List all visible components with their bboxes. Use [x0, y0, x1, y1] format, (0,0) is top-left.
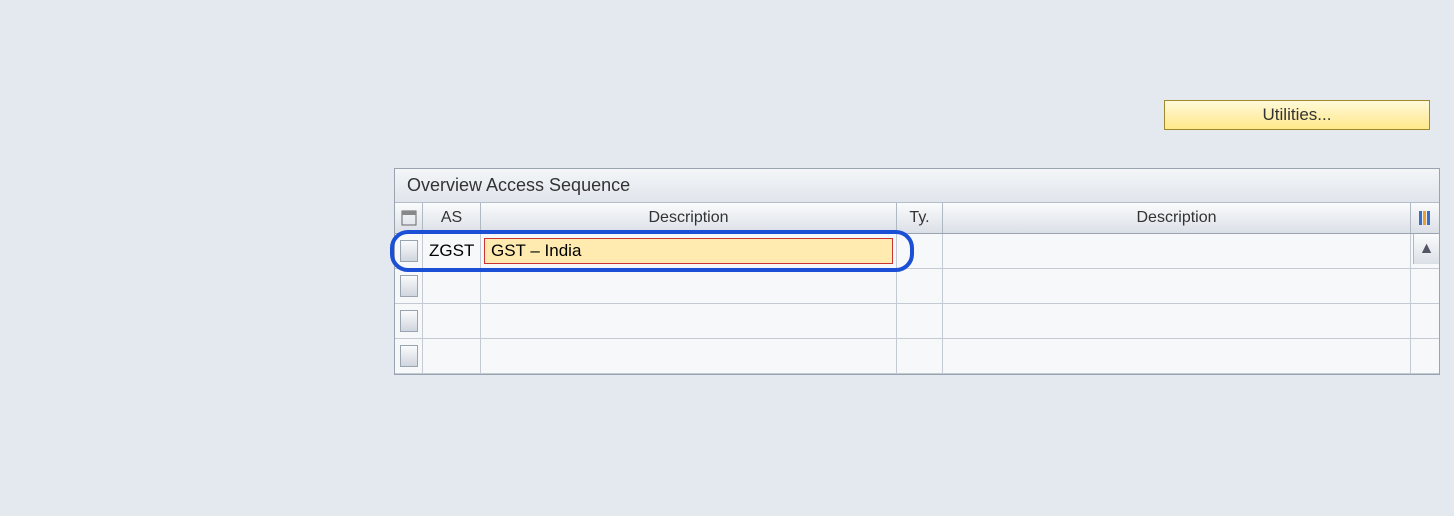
cell-description[interactable] — [481, 304, 897, 338]
cell-description[interactable] — [481, 269, 897, 303]
grid-title: Overview Access Sequence — [395, 169, 1439, 203]
overview-grid: Overview Access Sequence AS Description … — [394, 168, 1440, 375]
content-area: Dialog Structure ▼ Access Sequences ▼ Ac… — [1, 97, 1453, 511]
column-header-ty[interactable]: Ty. — [897, 203, 943, 233]
cell-description[interactable] — [481, 339, 897, 373]
row-selector[interactable] — [395, 339, 423, 373]
cell-ty[interactable] — [897, 269, 943, 303]
table-row[interactable] — [395, 339, 1439, 374]
column-header-description-1[interactable]: Description — [481, 203, 897, 233]
cell-description-2[interactable] — [943, 234, 1411, 268]
cell-description[interactable] — [481, 234, 897, 268]
cell-as[interactable] — [423, 234, 481, 268]
cell-description-2[interactable] — [943, 339, 1411, 373]
row-selector[interactable] — [395, 234, 423, 268]
sap-window: Change View "Access Sequences": Overview… — [0, 0, 1454, 516]
cell-ty[interactable] — [897, 339, 943, 373]
grid-header-row: AS Description Ty. Description — [395, 203, 1439, 234]
cell-ty[interactable] — [897, 234, 943, 268]
cell-description-2[interactable] — [943, 304, 1411, 338]
column-header-as[interactable]: AS — [423, 203, 481, 233]
as-input[interactable] — [427, 234, 476, 268]
row-selector[interactable] — [395, 304, 423, 338]
main-area: Utilities... Overview Access Sequence AS… — [0, 0, 1454, 516]
column-header-select[interactable] — [395, 203, 423, 233]
description-input[interactable] — [484, 238, 893, 264]
cell-as[interactable] — [423, 339, 481, 373]
table-row[interactable] — [395, 234, 1439, 269]
cell-as[interactable] — [423, 269, 481, 303]
cell-as[interactable] — [423, 304, 481, 338]
scroll-up-button[interactable]: ▲ — [1413, 234, 1439, 264]
cell-ty[interactable] — [897, 304, 943, 338]
column-header-description-2[interactable]: Description — [943, 203, 1411, 233]
cell-description-2[interactable] — [943, 269, 1411, 303]
column-config-button[interactable] — [1411, 203, 1439, 233]
grid-body: ▲ — [395, 234, 1439, 374]
row-selector[interactable] — [395, 269, 423, 303]
table-row[interactable] — [395, 304, 1439, 339]
utilities-button[interactable]: Utilities... — [1164, 100, 1430, 130]
table-row[interactable] — [395, 269, 1439, 304]
